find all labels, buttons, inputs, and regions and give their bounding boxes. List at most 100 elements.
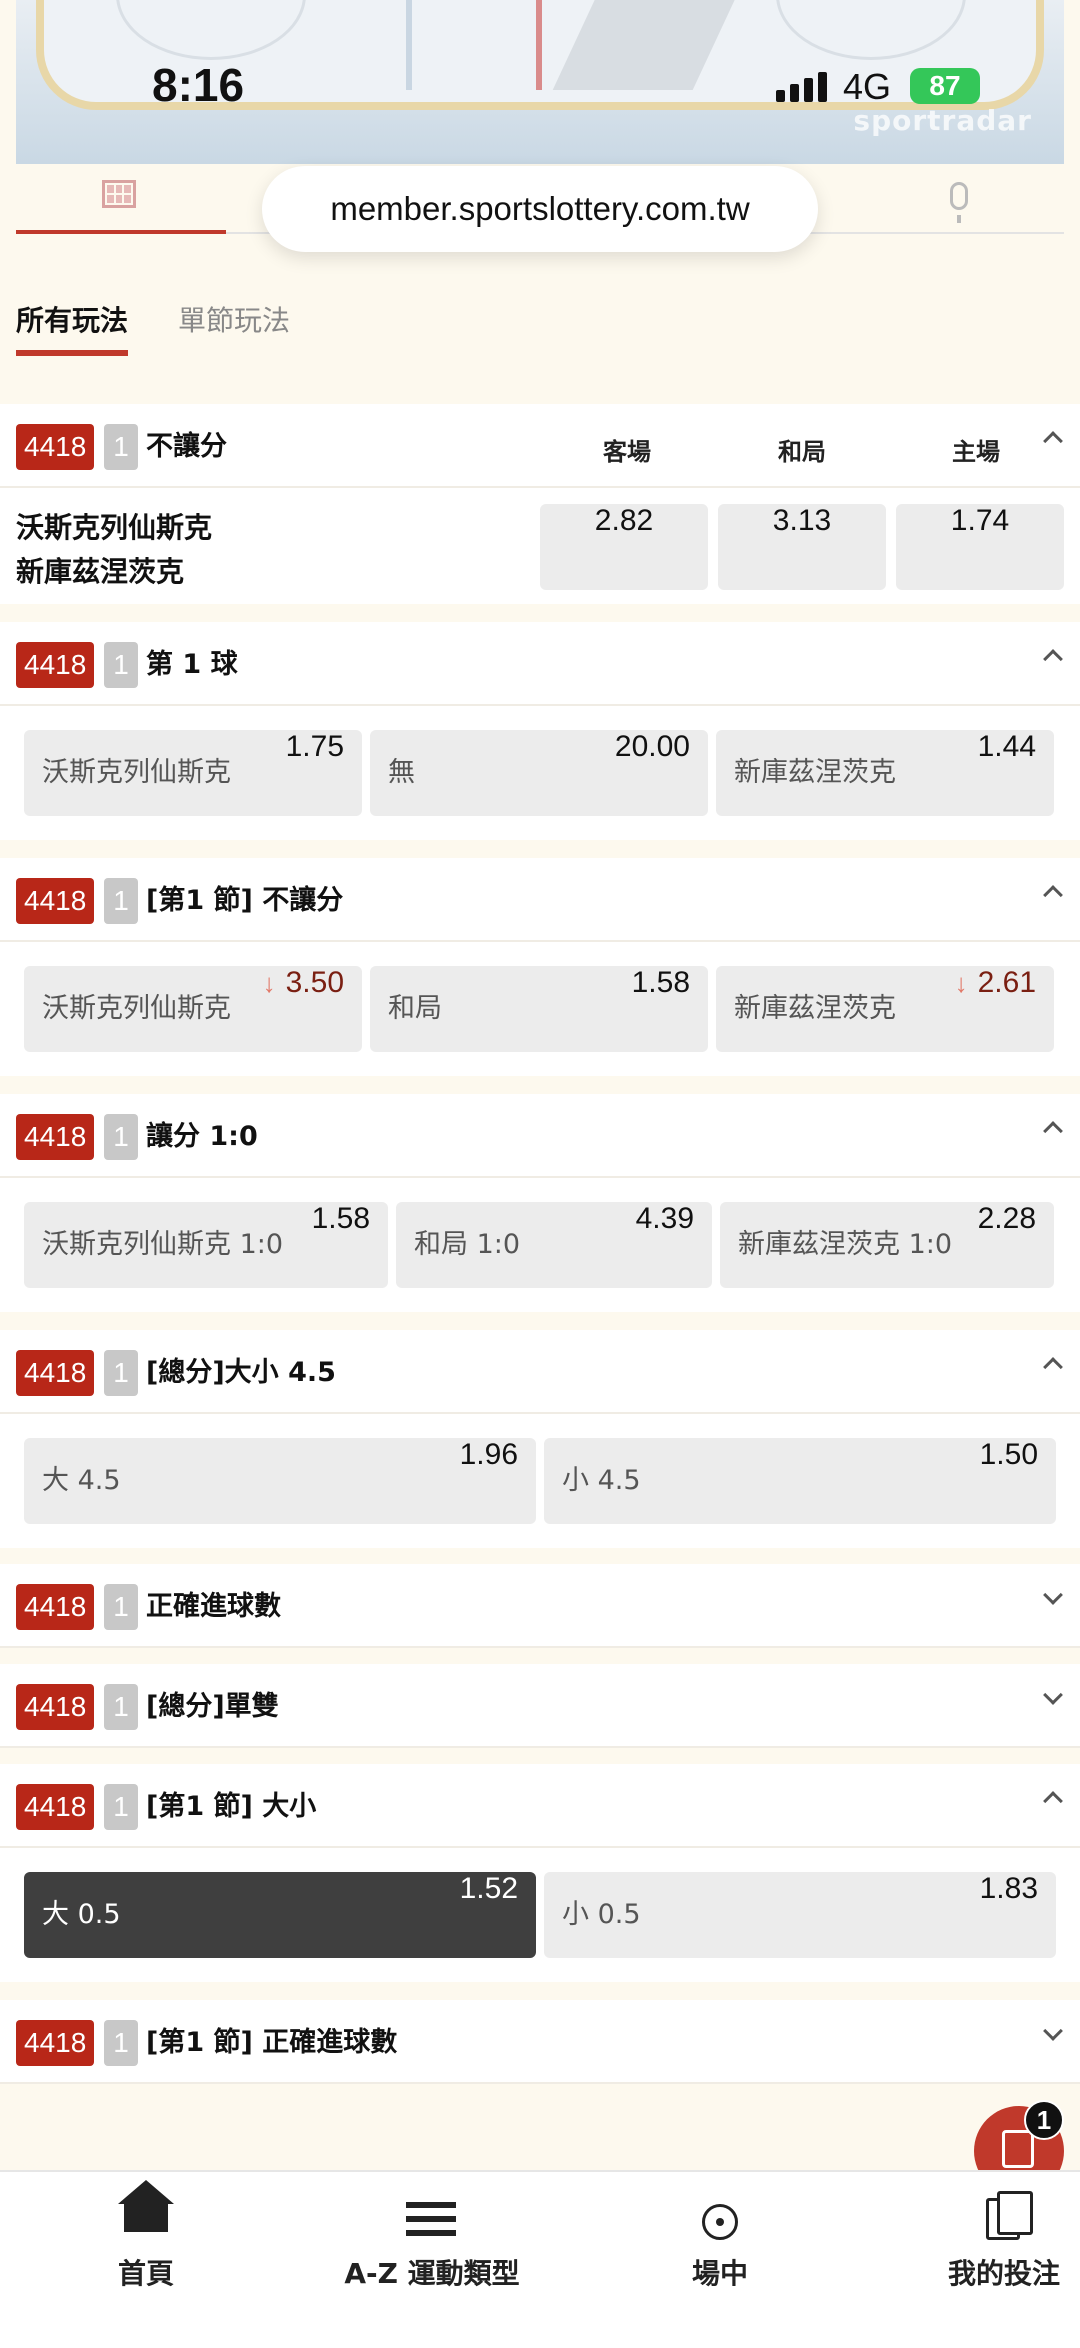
column-home: 主場: [952, 438, 1000, 466]
odds-button[interactable]: 和局 1:0 4.39: [396, 1202, 712, 1288]
chevron-up-icon[interactable]: [1043, 1121, 1063, 1141]
market-header[interactable]: 4418 1 讓分 1:0: [0, 1094, 1080, 1178]
odds-button[interactable]: 2.82: [540, 504, 708, 590]
odds-value: 3.13: [772, 504, 832, 537]
market-header[interactable]: 4418 1 不讓分 客場 和局 主場: [0, 404, 1080, 488]
column-away: 客場: [603, 438, 651, 466]
market-period1-correct-score: 4418 1 [第1 節] 正確進球數: [0, 2000, 1080, 2084]
event-number: 4418: [16, 878, 95, 924]
odds-value: 4.39: [635, 1202, 694, 1235]
option-label: 小 4.5: [562, 1465, 641, 1496]
nav-label: 首頁: [117, 2257, 174, 2290]
option-label: 大 4.5: [42, 1465, 121, 1496]
event-number: 4418: [16, 1584, 95, 1630]
option-label: 新庫茲涅茨克: [734, 757, 896, 788]
odds-value: 2.61: [977, 966, 1036, 999]
event-number: 4418: [16, 1114, 95, 1160]
period-badge: 1: [104, 2020, 138, 2066]
tab-all-markets[interactable]: 所有玩法: [16, 296, 129, 356]
market-title: [總分]大小 4.5: [146, 1357, 336, 1388]
status-time: 8:16: [152, 59, 245, 111]
odds-button[interactable]: 和局 1.58: [370, 966, 708, 1052]
nav-my-bets[interactable]: 我的投注: [894, 2191, 1080, 2292]
period-badge: 1: [104, 1684, 138, 1730]
odds-button[interactable]: 新庫茲涅茨克 ↓ 2.61: [716, 966, 1054, 1052]
chevron-up-icon[interactable]: [1043, 885, 1063, 905]
betslip-icon: [1002, 2130, 1034, 2168]
chevron-down-icon[interactable]: [1043, 2021, 1063, 2041]
live-broadcast-icon: [702, 2204, 738, 2240]
odds-button[interactable]: 新庫茲涅茨克 1:0 2.28: [720, 1202, 1054, 1288]
market-title: [總分]單雙: [146, 1691, 279, 1722]
chevron-up-icon[interactable]: [1043, 649, 1063, 669]
menu-icon: [406, 2202, 456, 2236]
stats-grid-icon[interactable]: [102, 180, 136, 208]
market-header[interactable]: 4418 1 [第1 節] 不讓分: [0, 858, 1080, 942]
away-team: 沃斯克列仙斯克: [16, 511, 213, 544]
bottom-navigation: 首頁 A-Z 運動類型 場中 我的投注: [0, 2170, 1080, 2348]
odds-button[interactable]: 新庫茲涅茨克 1.44: [716, 730, 1054, 816]
market-title: [第1 節] 大小: [146, 1791, 317, 1822]
odds-value-down: ↓ 3.50: [263, 966, 344, 1000]
odds-button[interactable]: 沃斯克列仙斯克 ↓ 3.50: [24, 966, 362, 1052]
arrow-down-icon: ↓: [954, 968, 968, 998]
market-correct-score: 4418 1 正確進球數: [0, 1564, 1080, 1648]
odds-button[interactable]: 大 4.5 1.96: [24, 1438, 536, 1524]
option-label: 新庫茲涅茨克: [734, 993, 896, 1024]
arrow-down-icon: ↓: [262, 968, 276, 998]
chevron-up-icon[interactable]: [1043, 1357, 1063, 1377]
chevron-down-icon[interactable]: [1043, 1585, 1063, 1605]
odds-value: 1.96: [459, 1438, 518, 1471]
market-moneyline: 4418 1 不讓分 客場 和局 主場 沃斯克列仙斯克 新庫茲涅茨克 2.82 …: [0, 404, 1080, 604]
market-first-goal: 4418 1 第 1 球 沃斯克列仙斯克 1.75 無 20.00 新庫茲涅茨克 1.…: [0, 622, 1080, 840]
event-number: 4418: [16, 2020, 95, 2066]
odds-value: 1.75: [285, 730, 344, 763]
market-header[interactable]: 4418 1 [第1 節] 正確進球數: [0, 2000, 1080, 2084]
market-odd-even: 4418 1 [總分]單雙: [0, 1664, 1080, 1748]
period-badge: 1: [104, 1584, 138, 1630]
nav-home[interactable]: 首頁: [36, 2180, 256, 2292]
market-title: [第1 節] 不讓分: [146, 885, 344, 916]
odds-button-selected[interactable]: 大 0.5 1.52: [24, 1872, 536, 1958]
tab-period-markets[interactable]: 單節玩法: [178, 296, 290, 356]
odds-button[interactable]: 沃斯克列仙斯克 1:0 1.58: [24, 1202, 388, 1288]
odds-value: 1.58: [311, 1202, 370, 1235]
option-label: 小 0.5: [562, 1899, 641, 1930]
odds-button[interactable]: 小 0.5 1.83: [544, 1872, 1056, 1958]
option-label: 和局: [388, 993, 442, 1024]
option-label: 和局 1:0: [414, 1229, 521, 1260]
market-header[interactable]: 4418 1 [總分]大小 4.5: [0, 1330, 1080, 1414]
odds-button[interactable]: 3.13: [718, 504, 886, 590]
market-header[interactable]: 4418 1 [第1 節] 大小: [0, 1764, 1080, 1848]
chevron-down-icon[interactable]: [1043, 1685, 1063, 1705]
option-label: 沃斯克列仙斯克 1:0: [42, 1229, 284, 1260]
market-period1-total: 4418 1 [第1 節] 大小 大 0.5 1.52 小 0.5 1.83: [0, 1764, 1080, 1982]
chevron-up-icon[interactable]: [1043, 1791, 1063, 1811]
odds-button[interactable]: 1.74: [896, 504, 1064, 590]
nav-live[interactable]: 場中: [610, 2192, 830, 2292]
microphone-icon[interactable]: [950, 182, 968, 223]
option-label: 大 0.5: [42, 1899, 121, 1930]
market-header[interactable]: 4418 1 第 1 球: [0, 622, 1080, 706]
team-names: 沃斯克列仙斯克 新庫茲涅茨克: [16, 506, 212, 594]
option-label: 沃斯克列仙斯克: [42, 757, 231, 788]
betslip-count-badge: 1: [1024, 2100, 1064, 2140]
odds-button[interactable]: 小 4.5 1.50: [544, 1438, 1056, 1524]
option-label: 沃斯克列仙斯克: [42, 993, 231, 1024]
signal-icon: [776, 72, 827, 102]
odds-value: 1.52: [459, 1872, 518, 1905]
market-header[interactable]: 4418 1 正確進球數: [0, 1564, 1080, 1648]
url-bar[interactable]: member.sportslottery.com.tw: [262, 166, 818, 252]
nav-sports-az[interactable]: A-Z 運動類型: [322, 2192, 542, 2292]
market-tabs: 所有玩法 單節玩法: [0, 296, 1080, 360]
home-icon: [118, 2180, 174, 2232]
odds-value: 1.58: [631, 966, 690, 999]
period-badge: 1: [104, 1114, 138, 1160]
battery-icon: 87: [910, 68, 980, 104]
odds-button[interactable]: 沃斯克列仙斯克 1.75: [24, 730, 362, 816]
active-view-indicator: [16, 230, 226, 234]
market-header[interactable]: 4418 1 [總分]單雙: [0, 1664, 1080, 1748]
odds-value: 1.50: [979, 1438, 1038, 1471]
odds-button[interactable]: 無 20.00: [370, 730, 708, 816]
nav-label: A-Z 運動類型: [344, 2257, 520, 2290]
